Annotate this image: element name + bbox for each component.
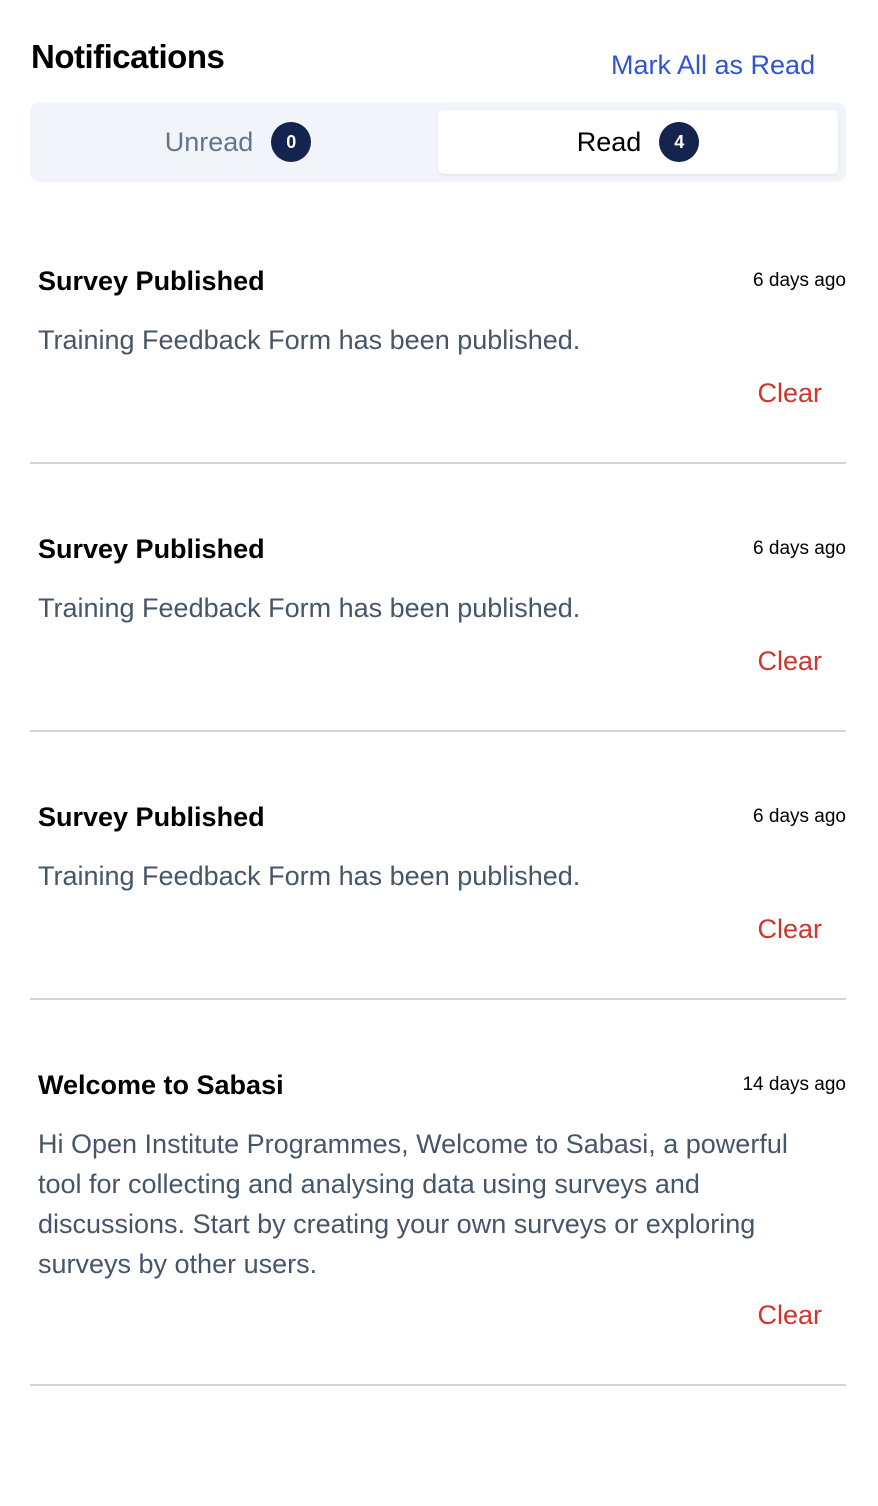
tab-read-label: Read — [576, 126, 642, 157]
notification-item: Survey Published 6 days ago Training Fee… — [30, 516, 846, 732]
page-title: Notifications — [31, 38, 225, 75]
notification-item: Survey Published 6 days ago Training Fee… — [30, 784, 846, 1000]
notification-body: Training Feedback Form has been publishe… — [38, 325, 581, 355]
clear-button[interactable]: Clear — [757, 1300, 822, 1331]
notification-tabs: Unread 0 Read 4 — [30, 102, 846, 182]
notification-title: Survey Published — [38, 802, 265, 832]
tab-unread-label: Unread — [164, 126, 254, 157]
tab-read[interactable]: Read 4 — [438, 110, 838, 174]
read-count-badge: 4 — [659, 122, 700, 162]
notification-title: Welcome to Sabasi — [38, 1070, 284, 1100]
clear-button[interactable]: Clear — [757, 914, 822, 945]
notification-list: Survey Published 6 days ago Training Fee… — [30, 248, 846, 1386]
notification-title: Survey Published — [38, 534, 265, 564]
notification-body: Training Feedback Form has been publishe… — [38, 593, 581, 623]
mark-all-as-read-button[interactable]: Mark All as Read — [611, 50, 815, 81]
notification-title: Survey Published — [38, 266, 265, 296]
notifications-header: Notifications Mark All as Read — [31, 36, 831, 86]
notification-time: 14 days ago — [742, 1074, 846, 1095]
notification-time: 6 days ago — [753, 270, 846, 291]
notification-time: 6 days ago — [753, 806, 846, 827]
notification-body: Training Feedback Form has been publishe… — [38, 861, 581, 891]
tab-unread[interactable]: Unread 0 — [38, 110, 438, 174]
notification-body: Hi Open Institute Programmes, Welcome to… — [38, 1129, 788, 1279]
unread-count-badge: 0 — [271, 122, 312, 162]
clear-button[interactable]: Clear — [757, 646, 822, 677]
notification-item: Survey Published 6 days ago Training Fee… — [30, 248, 846, 464]
clear-button[interactable]: Clear — [757, 378, 822, 409]
notification-time: 6 days ago — [753, 538, 846, 559]
notification-item: Welcome to Sabasi 14 days ago Hi Open In… — [30, 1052, 846, 1386]
